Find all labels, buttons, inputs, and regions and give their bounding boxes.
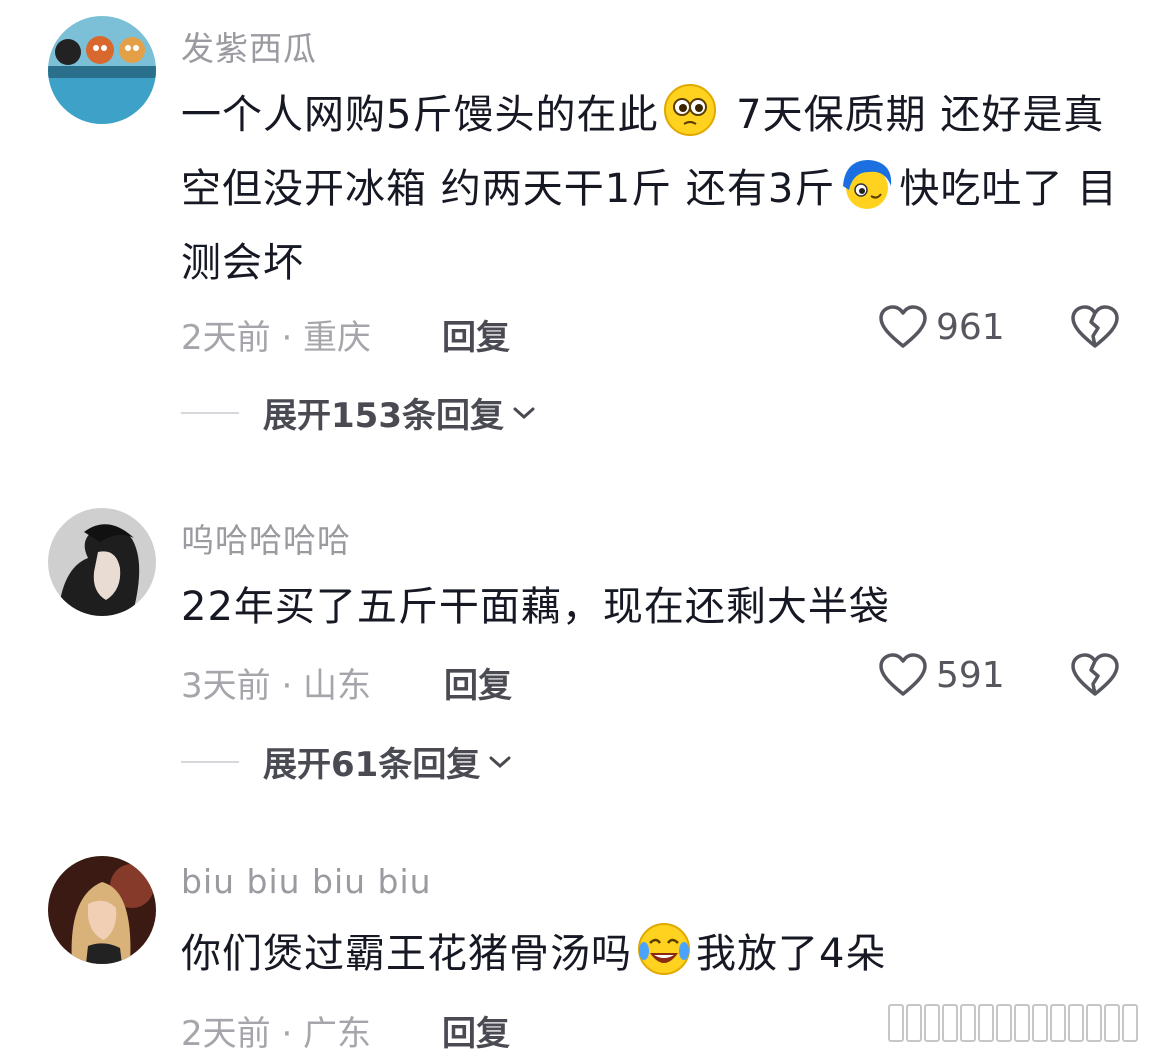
reply-button[interactable]: 回复: [442, 310, 510, 359]
comment-time-location: 2天前 · 重庆: [181, 318, 372, 358]
comment-text-part: 一个人网购5斤馒头的在此: [181, 92, 659, 138]
blue-hair-emoji-icon: [843, 160, 892, 209]
expand-replies[interactable]: 展开153条回复: [181, 388, 538, 437]
laugh-cry-emoji-icon: [638, 923, 690, 975]
like-button[interactable]: 591: [878, 652, 1005, 698]
like-count: 591: [936, 654, 1005, 696]
comment-text-part: 我放了4朵: [696, 931, 887, 977]
expand-replies-label: 展开153条回复: [263, 396, 504, 436]
heart-outline-icon: [879, 305, 927, 348]
avatar[interactable]: [48, 508, 156, 616]
comment-time-location: 3天前 · 山东: [181, 666, 372, 706]
chevron-down-icon: [489, 756, 511, 768]
comment-text: 你们煲过霸王花猪骨汤吗 我放了4朵: [181, 917, 1131, 991]
comment-text-part: 22年买了五斤干面藕，现在还剩大半袋: [181, 584, 890, 630]
reply-button[interactable]: 回复: [442, 1006, 510, 1055]
expand-replies-label: 展开61条回复: [263, 745, 481, 785]
like-button[interactable]: 961: [878, 304, 1005, 350]
broken-heart-icon: [1071, 305, 1119, 348]
username[interactable]: biu biu biu biu: [181, 862, 432, 901]
divider: [181, 411, 239, 414]
username[interactable]: 呜哈哈哈哈: [181, 514, 351, 562]
comment-text: 22年买了五斤干面藕，现在还剩大半袋: [181, 570, 1131, 644]
comment-time-location: 2天前 · 广东: [181, 1014, 372, 1054]
dislike-button[interactable]: [1070, 304, 1120, 354]
username[interactable]: 发紫西瓜: [181, 22, 317, 70]
expand-replies[interactable]: 展开61条回复: [181, 737, 514, 786]
avatar[interactable]: [48, 856, 156, 964]
pleading-emoji-icon: [664, 84, 717, 136]
watermark: [888, 1004, 1138, 1042]
reply-button[interactable]: 回复: [444, 658, 512, 707]
divider: [181, 760, 239, 763]
comment-text-part: 你们煲过霸王花猪骨汤吗: [181, 931, 632, 977]
comment-text: 一个人网购5斤馒头的在此 7天保质期 还好是真空但没开冰箱 约两天干1斤 还有3…: [181, 78, 1131, 300]
heart-outline-icon: [879, 653, 927, 696]
avatar[interactable]: [48, 16, 156, 124]
broken-heart-icon: [1071, 653, 1119, 696]
like-count: 961: [936, 306, 1005, 348]
dislike-button[interactable]: [1070, 652, 1120, 702]
chevron-down-icon: [513, 407, 535, 419]
